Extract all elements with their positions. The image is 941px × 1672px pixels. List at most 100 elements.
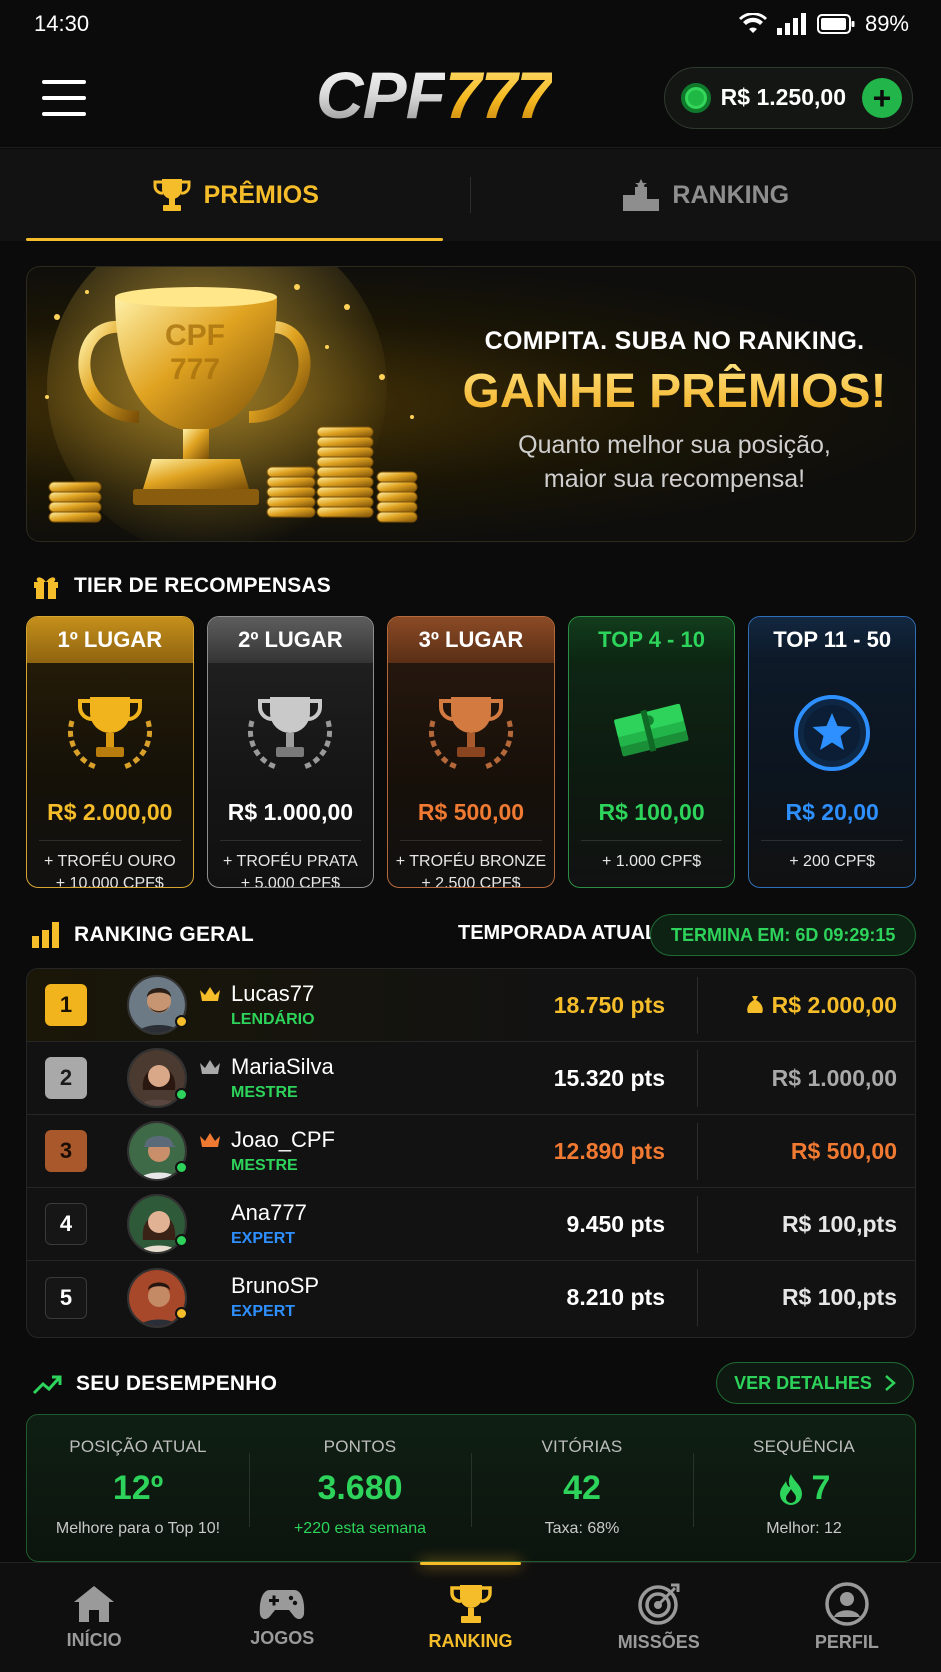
- ranking-section-header: RANKING GERAL: [32, 922, 254, 948]
- tier-card-second[interactable]: 2º LUGAR R$ 1.000,00 + TROFÉU PRATA + 5.0…: [206, 616, 375, 888]
- player-points: 9.450 pts: [566, 1210, 665, 1237]
- ranking-table: 1 Lucas77 LENDÁRIO 18.750 pts R$ 2.000,0…: [26, 968, 916, 1338]
- player-name: Lucas77: [231, 981, 315, 1006]
- tier-card-top-50[interactable]: TOP 11 - 50 R$ 20,00 + 200 CPF$: [748, 616, 916, 888]
- balance-value: R$ 1.250,00: [720, 84, 846, 110]
- tier-card-third[interactable]: 3º LUGAR R$ 500,00 + TROFÉU BRONZE + 2.50…: [387, 616, 555, 888]
- player-name: BrunoSP: [231, 1273, 320, 1298]
- table-row[interactable]: 3 Joao_CPF MESTRE 12.890 pts R$ 500,00: [27, 1115, 915, 1188]
- player-points: 8.210 pts: [566, 1284, 665, 1310]
- player-tier: EXPERT: [231, 1303, 296, 1320]
- performance-section-header: SEU DESEMPENHO: [32, 1372, 277, 1396]
- tier-label: TOP 4 - 10: [568, 617, 735, 663]
- profile-icon: [825, 1582, 869, 1626]
- tier-value: R$ 1.000,00: [227, 799, 354, 825]
- player-name: Joao_CPF: [231, 1127, 335, 1152]
- svg-text:777: 777: [170, 353, 220, 386]
- table-row[interactable]: 2 MariaSilva MESTRE 15.320 pts R$ 1.000,…: [27, 1042, 915, 1115]
- hero-description: Quanto melhor sua posição, maior sua rec…: [518, 431, 831, 493]
- hero-banner: CPF 777 COMPITA. SUBA NO RANKING. GANHE …: [26, 266, 916, 542]
- rank-position: 4: [45, 1203, 87, 1245]
- app-header: CPF777 R$ 1.250,00 +: [0, 48, 941, 148]
- stat-position: POSIÇÃO ATUAL 12º Melhore para o Top 10!: [55, 1437, 221, 1537]
- tiers-section-title: TIER DE RECOMPENSAS: [74, 574, 331, 597]
- nav-inicio[interactable]: INÍCIO: [0, 1563, 188, 1672]
- money-bag-icon: [746, 996, 763, 1013]
- player-tier: MESTRE: [231, 1084, 298, 1101]
- silver-trophy-icon: [248, 697, 333, 770]
- player-prize: R$ 100,pts: [781, 1210, 897, 1237]
- player-points: 18.750 pts: [553, 991, 665, 1018]
- menu-icon[interactable]: [42, 79, 86, 116]
- battery-percent: 89%: [864, 11, 909, 36]
- stat-wins: VITÓRIAS 42 Taxa: 68%: [471, 1415, 693, 1561]
- hero-title: GANHE PRÊMIOS!: [447, 364, 902, 419]
- table-row[interactable]: 4 Ana777 EXPERT 9.450 pts R$ 100,pts: [27, 1188, 915, 1261]
- tier-value: R$ 100,00: [598, 799, 705, 825]
- balance-pill[interactable]: R$ 1.250,00 +: [663, 66, 913, 129]
- table-row[interactable]: 5 BrunoSP EXPERT 8.210 pts R$ 100,pts: [27, 1261, 915, 1334]
- tier-cards: 1º LUGAR R$ 2.000,00 + TROFÉU OURO + 10.0…: [26, 616, 916, 888]
- trending-up-icon: [32, 1375, 62, 1395]
- battery-icon: [816, 14, 855, 34]
- tier-value: R$ 500,00: [417, 799, 525, 825]
- wifi-icon: [738, 13, 767, 33]
- podium-icon: [623, 179, 660, 211]
- player-points: 15.320 pts: [553, 1064, 665, 1091]
- tab-ranking-label: RANKING: [672, 180, 790, 209]
- gift-icon: [34, 577, 58, 599]
- player-prize: R$ 500,00: [790, 1137, 897, 1164]
- crown-icon: [200, 987, 220, 1001]
- ranking-section-title: RANKING GERAL: [74, 923, 254, 946]
- tab-bar: PRÊMIOS RANKING: [0, 149, 941, 241]
- tiers-section-header: TIER DE RECOMPENSAS: [32, 572, 331, 600]
- rank-position: 1: [45, 984, 87, 1026]
- rank-position: 3: [45, 1130, 87, 1172]
- streak-value: 7: [811, 1469, 831, 1507]
- player-points: 12.890 pts: [553, 1137, 665, 1164]
- tier-value: R$ 2.000,00: [47, 799, 173, 825]
- season-label: TEMPORADA ATUAL: [458, 922, 658, 944]
- performance-card: POSIÇÃO ATUAL 12º Melhore para o Top 10!…: [26, 1414, 916, 1562]
- crown-icon: [200, 1060, 220, 1074]
- coin-icon: [680, 82, 711, 113]
- app-logo: CPF777: [316, 58, 553, 132]
- player-tier: MESTRE: [231, 1157, 298, 1174]
- tier-card-first[interactable]: 1º LUGAR R$ 2.000,00 + TROFÉU OURO + 10.0…: [26, 616, 194, 888]
- player-tier: LENDÁRIO: [231, 1011, 315, 1028]
- gamepad-icon: [260, 1590, 305, 1620]
- tier-card-top-10[interactable]: TOP 4 - 10 R$ 100,00 + 1.000 CPF$: [567, 616, 736, 888]
- player-name: Ana777: [231, 1200, 307, 1225]
- bronze-trophy-icon: [429, 697, 513, 770]
- hero-subtitle: COMPITA. SUBA NO RANKING.: [484, 327, 865, 355]
- rank-position: 2: [45, 1057, 87, 1099]
- cash-stack-icon: [613, 703, 689, 757]
- table-row[interactable]: 1 Lucas77 LENDÁRIO 18.750 pts R$ 2.000,0…: [27, 969, 915, 1042]
- tier-label: TOP 11 - 50: [749, 617, 915, 663]
- tab-premios[interactable]: PRÊMIOS: [0, 149, 471, 241]
- view-details-button[interactable]: VER DETALHES: [716, 1362, 914, 1404]
- rank-position: 5: [45, 1276, 87, 1319]
- nav-ranking[interactable]: RANKING: [376, 1562, 564, 1672]
- signal-icon: [776, 13, 806, 35]
- trophy-icon: [153, 179, 191, 211]
- player-tier: EXPERT: [231, 1230, 296, 1247]
- gold-trophy-icon: [67, 697, 152, 770]
- player-name: MariaSilva: [231, 1054, 334, 1079]
- chevron-right-icon: [885, 1375, 896, 1391]
- nav-jogos[interactable]: JOGOS: [188, 1563, 376, 1672]
- tier-value: R$ 20,00: [785, 799, 879, 825]
- performance-section-title: SEU DESEMPENHO: [76, 1372, 278, 1395]
- status-bar: 14:30 89%: [0, 0, 941, 48]
- add-funds-button[interactable]: +: [862, 77, 902, 118]
- tab-premios-label: PRÊMIOS: [203, 180, 319, 209]
- tier-label: 3º LUGAR: [388, 617, 554, 663]
- tab-ranking[interactable]: RANKING: [471, 149, 941, 241]
- stat-points: PONTOS 3.680 +220 esta semana: [249, 1415, 471, 1561]
- nav-perfil[interactable]: PERFIL: [753, 1563, 941, 1672]
- stat-streak: SEQUÊNCIA 7 Melhor: 12: [693, 1415, 915, 1561]
- status-time: 14:30: [34, 11, 90, 36]
- nav-missoes[interactable]: MISSÕES: [565, 1563, 753, 1672]
- crown-icon: [200, 1133, 220, 1147]
- svg-text:CPF: CPF: [165, 319, 225, 352]
